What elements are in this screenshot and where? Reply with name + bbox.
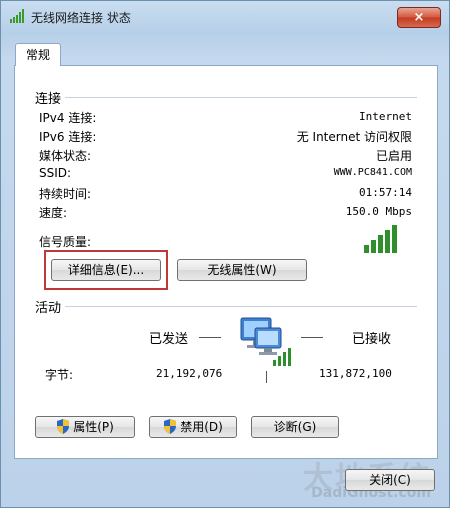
diagnose-button[interactable]: 诊断(G) — [251, 416, 339, 438]
activity-divider — [65, 306, 417, 307]
title-bar: 无线网络连接 状态 × — [1, 1, 449, 31]
media-state-value: 已启用 — [375, 149, 412, 163]
status-window: 无线网络连接 状态 × 常规 连接 IPv4 连接: Internet IPv6… — [0, 0, 450, 508]
disable-button-label: 禁用(D) — [180, 420, 223, 434]
wifi-signal-icon — [10, 9, 24, 23]
wireless-properties-button[interactable]: 无线属性(W) — [177, 259, 307, 281]
ipv6-label: IPv6 连接: — [39, 130, 97, 144]
window-title: 无线网络连接 状态 — [31, 11, 131, 25]
bytes-label: 字节: — [45, 368, 74, 382]
connection-divider — [65, 97, 417, 98]
ssid-label: SSID: — [39, 166, 72, 180]
bytes-sent-value: 21,192,076 — [156, 367, 223, 380]
duration-label: 持续时间: — [39, 187, 92, 201]
received-dash — [301, 337, 323, 338]
close-window-button[interactable]: × — [397, 7, 441, 28]
tab-general[interactable]: 常规 — [15, 43, 61, 66]
close-button[interactable]: 关闭(C) — [345, 469, 435, 491]
media-state-label: 媒体状态: — [39, 149, 92, 163]
connection-section-title: 连接 — [35, 92, 62, 107]
details-button-highlight — [44, 250, 168, 290]
ipv4-label: IPv4 连接: — [39, 111, 97, 125]
ipv6-value: 无 Internet 访问权限 — [296, 130, 412, 144]
signal-strength-icon — [364, 225, 397, 253]
properties-button[interactable]: 属性(P) — [35, 416, 135, 438]
speed-label: 速度: — [39, 206, 68, 220]
sent-label: 已发送 — [149, 332, 189, 347]
bytes-received-value: 131,872,100 — [319, 367, 392, 380]
received-label: 已接收 — [352, 332, 392, 347]
ipv4-value: Internet — [359, 110, 412, 123]
uac-shield-icon — [57, 419, 70, 434]
network-computers-icon — [240, 317, 291, 366]
speed-value: 150.0 Mbps — [345, 205, 412, 218]
signal-quality-label: 信号质量: — [39, 235, 92, 249]
bytes-divider — [266, 371, 267, 383]
properties-button-label: 属性(P) — [73, 420, 114, 434]
ssid-value: WWW.PC841.COM — [333, 167, 412, 178]
duration-value: 01:57:14 — [359, 186, 412, 199]
sent-dash — [199, 337, 221, 338]
disable-button[interactable]: 禁用(D) — [149, 416, 237, 438]
uac-shield-icon — [164, 419, 177, 434]
activity-section-title: 活动 — [35, 301, 62, 316]
